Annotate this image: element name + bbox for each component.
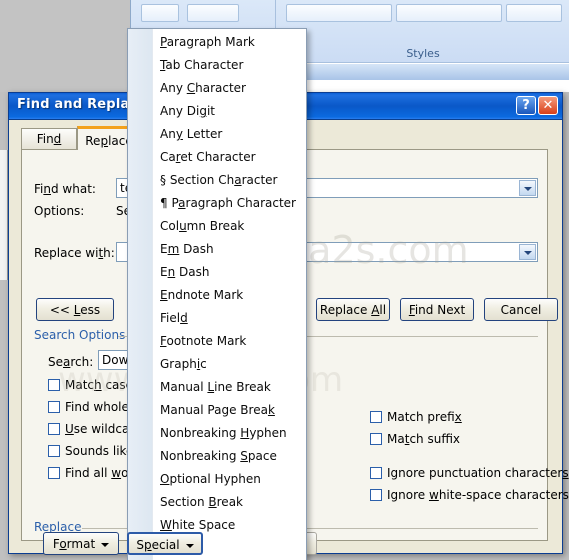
style-gallery-item-2[interactable]	[396, 4, 502, 22]
menu-gutter	[128, 29, 153, 560]
chevron-down-icon[interactable]	[519, 180, 536, 196]
ribbon-button-1[interactable]	[141, 4, 179, 22]
ribbon-left-shadow	[0, 0, 130, 92]
document-left-edge	[0, 150, 8, 280]
chevron-down-icon	[101, 542, 110, 547]
close-button[interactable]: ✕	[538, 96, 558, 115]
style-gallery-item-3[interactable]	[506, 4, 562, 22]
replace-with-label: Replace with:	[34, 246, 115, 260]
cancel-button[interactable]: Cancel	[484, 298, 558, 321]
menu-item-em-dash[interactable]: Em Dash	[152, 238, 306, 261]
find-what-label: Find what:	[34, 182, 96, 196]
menu-item-any-letter[interactable]: Any Letter	[152, 123, 306, 146]
ribbon-button-2[interactable]	[187, 4, 239, 22]
menu-item-optional-hyphen[interactable]: Optional Hyphen	[152, 468, 306, 491]
special-button[interactable]: Special	[127, 532, 203, 555]
checkbox-label: Match suffix	[387, 432, 461, 446]
options-label: Options:	[34, 204, 85, 218]
checkbox-box[interactable]	[370, 411, 382, 423]
checkbox-box[interactable]	[48, 423, 60, 435]
menu-item-caret-character[interactable]: Caret Character	[152, 146, 306, 169]
menu-item-nonbreaking-space[interactable]: Nonbreaking Space	[152, 445, 306, 468]
menu-item-paragraph-character[interactable]: ¶ Paragraph Character	[152, 192, 306, 215]
menu-item-any-digit[interactable]: Any Digit	[152, 100, 306, 123]
checkbox-box[interactable]	[48, 467, 60, 479]
checkbox-box[interactable]	[48, 445, 60, 457]
ribbon-group-styles: Styles	[276, 0, 569, 63]
dialog-body: Find Replace Find what: tes Options: Sea…	[9, 28, 569, 560]
menu-item-manual-page-break[interactable]: Manual Page Break	[152, 399, 306, 422]
menu-item-endnote-mark[interactable]: Endnote Mark	[152, 284, 306, 307]
checkbox-box[interactable]	[48, 379, 60, 391]
menu-item-field[interactable]: Field	[152, 307, 306, 330]
menu-item-any-character[interactable]: Any Character	[152, 77, 306, 100]
menu-item-en-dash[interactable]: En Dash	[152, 261, 306, 284]
menu-item-section-break[interactable]: Section Break	[152, 491, 306, 514]
checkbox-box[interactable]	[370, 467, 382, 479]
menu-item-paragraph-mark[interactable]: Paragraph Mark	[152, 31, 306, 54]
menu-item-nonbreaking-hyphen[interactable]: Nonbreaking Hyphen	[152, 422, 306, 445]
checkbox-label: Match case	[65, 378, 134, 392]
special-menu-items: Paragraph Mark Tab Character Any Charact…	[152, 31, 306, 537]
menu-item-section-character[interactable]: § Section Character	[152, 169, 306, 192]
checkbox-box[interactable]	[48, 401, 60, 413]
tab-replace-label: Replace	[85, 134, 133, 148]
search-options-group-label: Search Options	[34, 328, 126, 342]
titlebar-buttons: ? ✕	[516, 96, 558, 115]
find-next-button[interactable]: Find Next	[400, 298, 474, 321]
menu-item-column-break[interactable]: Column Break	[152, 215, 306, 238]
checkbox-label: Ignore white-space characters	[387, 488, 569, 502]
menu-item-manual-line-break[interactable]: Manual Line Break	[152, 376, 306, 399]
chevron-down-icon[interactable]	[519, 244, 536, 260]
less-button[interactable]: << Less	[36, 298, 114, 321]
menu-item-tab-character[interactable]: Tab Character	[152, 54, 306, 77]
chevron-down-icon	[185, 543, 194, 548]
find-and-replace-dialog: Find and Replace ? ✕ Find Replace Find w…	[8, 28, 569, 560]
ribbon-group-label-styles: Styles	[406, 47, 440, 60]
search-direction-label: Search:	[48, 355, 94, 369]
menu-item-footnote-mark[interactable]: Footnote Mark	[152, 330, 306, 353]
special-dropdown-menu: Paragraph Mark Tab Character Any Charact…	[127, 28, 307, 560]
tab-find[interactable]: Find	[21, 128, 77, 149]
format-button[interactable]: Format	[43, 532, 119, 555]
menu-item-graphic[interactable]: Graphic	[152, 353, 306, 376]
checkbox-box[interactable]	[370, 433, 382, 445]
checkbox-label: Match prefix	[387, 410, 462, 424]
replace-all-button[interactable]: Replace All	[316, 298, 390, 321]
checkbox-box[interactable]	[370, 489, 382, 501]
checkbox-label: Ignore punctuation characters	[387, 466, 569, 480]
tab-find-label: Find	[36, 132, 62, 146]
screen: ◢ Styles www.java2s.com www.java2s.com F…	[0, 0, 569, 560]
style-gallery-item-1[interactable]	[286, 4, 392, 22]
help-button[interactable]: ?	[516, 96, 536, 115]
